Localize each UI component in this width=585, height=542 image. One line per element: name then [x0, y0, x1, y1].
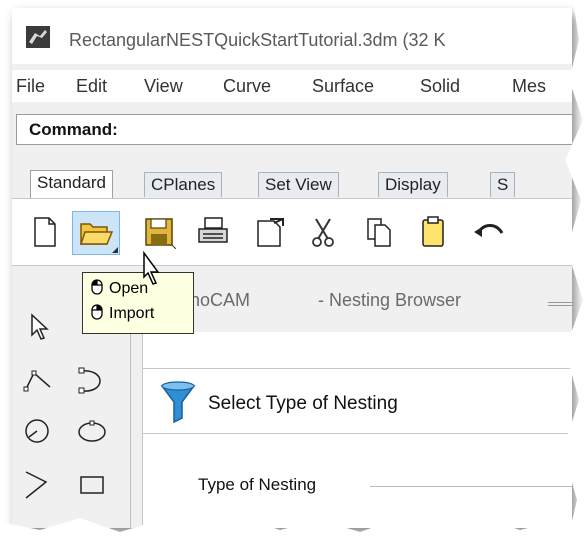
torn-edge-decoration: [563, 0, 585, 542]
menu-solid[interactable]: Solid: [420, 76, 460, 97]
page-setup-icon[interactable]: [252, 215, 286, 249]
nesting-browser-panel: [142, 332, 572, 528]
select-type-heading: Select Type of Nesting: [208, 393, 398, 414]
group-divider: [370, 486, 572, 487]
circle-icon[interactable]: [22, 415, 54, 447]
save-icon[interactable]: [142, 215, 176, 249]
left-mouse-icon: [91, 279, 103, 295]
tab-set-view[interactable]: Set View: [258, 172, 339, 197]
polygon-icon[interactable]: [22, 468, 54, 500]
command-line[interactable]: Command:: [16, 114, 572, 145]
menu-surface[interactable]: Surface: [312, 76, 374, 97]
window-title: RectangularNESTQuickStartTutorial.3dm (3…: [69, 30, 446, 50]
curve-icon[interactable]: [76, 365, 108, 397]
panel-title-nesting-browser[interactable]: - Nesting Browser: [318, 290, 461, 311]
panel-divider: [142, 368, 572, 369]
undo-icon[interactable]: [472, 215, 506, 249]
menu-mesh[interactable]: Mes: [512, 76, 546, 97]
cut-icon[interactable]: [306, 215, 340, 249]
command-label: Command:: [29, 120, 118, 139]
tab-standard[interactable]: Standard: [30, 170, 113, 198]
open-button[interactable]: [72, 211, 120, 255]
tooltip-import-row: Import: [91, 304, 154, 328]
mouse-pointer-icon: [143, 251, 160, 285]
copy-icon[interactable]: [362, 215, 396, 249]
right-mouse-icon: [91, 304, 103, 320]
menu-curve[interactable]: Curve: [223, 76, 271, 97]
open-folder-icon: [79, 223, 113, 245]
menu-bar: File Edit View Curve Surface Solid Mes: [12, 70, 572, 102]
tab-cplanes[interactable]: CPlanes: [144, 172, 223, 197]
menu-view[interactable]: View: [144, 76, 183, 97]
title-bar: RectangularNESTQuickStartTutorial.3dm (3…: [12, 8, 572, 64]
print-icon[interactable]: [196, 215, 230, 249]
type-of-nesting-label: Type of Nesting: [198, 475, 317, 494]
rhino-window: RectangularNESTQuickStartTutorial.3dm (3…: [12, 8, 572, 528]
menu-edit[interactable]: Edit: [76, 76, 107, 97]
new-file-icon[interactable]: [28, 215, 62, 249]
rhino-app-icon: [26, 26, 50, 48]
tooltip-import-label: Import: [109, 305, 155, 322]
tab-more[interactable]: S: [490, 172, 516, 197]
torn-edge-decoration: [0, 516, 585, 542]
panel-divider: [142, 433, 572, 434]
panel-header: noCAM - Nesting Browser: [130, 286, 572, 316]
left-toolbar: [12, 303, 131, 528]
tab-display[interactable]: Display: [378, 172, 448, 197]
toolbar-tabs: Standard CPlanes Set View Display S: [12, 168, 572, 198]
funnel-filter-icon: [160, 381, 196, 424]
polyline-icon[interactable]: [22, 365, 54, 397]
rectangle-icon[interactable]: [76, 468, 108, 500]
paste-icon[interactable]: [416, 215, 450, 249]
panel-title-rhinocam[interactable]: noCAM: [190, 290, 250, 311]
ellipse-icon[interactable]: [76, 415, 108, 447]
menu-file[interactable]: File: [16, 76, 45, 97]
standard-toolbar: [12, 198, 572, 266]
flyout-arrow-icon: [112, 247, 118, 253]
select-arrow-icon[interactable]: [24, 311, 56, 343]
